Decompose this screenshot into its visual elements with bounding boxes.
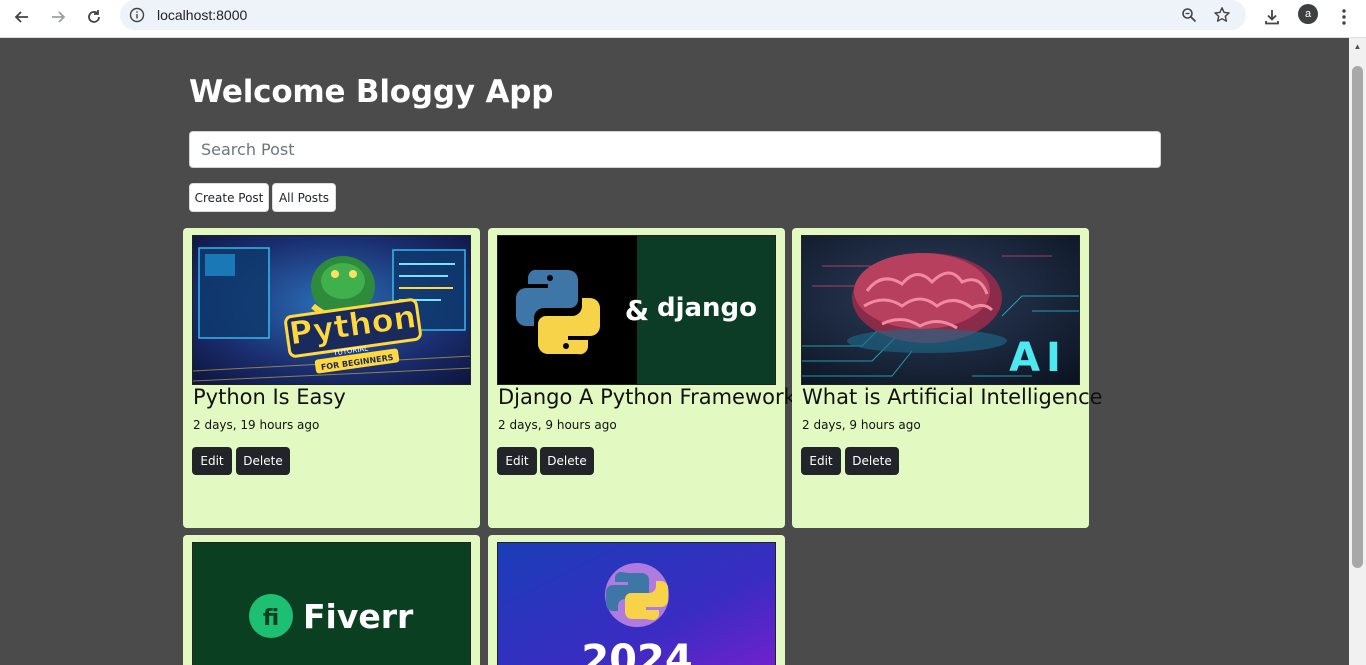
post-card: 2024 [488, 535, 785, 665]
forward-button[interactable] [44, 3, 72, 31]
post-image: AI [801, 235, 1080, 385]
edit-button[interactable]: Edit [497, 447, 537, 475]
profile-avatar[interactable]: a [1298, 4, 1318, 24]
back-arrow-icon [14, 11, 28, 23]
post-card: Python TUTORIAL FOR BEGINNERS Python Is … [183, 228, 480, 528]
delete-button[interactable]: Delete [845, 447, 899, 475]
delete-button[interactable]: Delete [540, 447, 594, 475]
post-image: 2024 [497, 542, 776, 665]
post-image: Python TUTORIAL FOR BEGINNERS [192, 235, 471, 385]
post-image: & django [497, 235, 776, 385]
svg-text:Fiverr: Fiverr [303, 597, 414, 636]
svg-text:AI: AI [1009, 335, 1067, 381]
scroll-thumb[interactable] [1352, 66, 1363, 568]
post-title[interactable]: Python Is Easy [193, 385, 346, 409]
page-scrollbar[interactable]: ▲ [1349, 38, 1366, 665]
delete-button[interactable]: Delete [236, 447, 290, 475]
scroll-up-arrow-icon[interactable]: ▲ [1349, 38, 1366, 55]
post-card: fi Fiverr [183, 535, 480, 665]
download-icon [1265, 10, 1279, 25]
post-timestamp: 2 days, 9 hours ago [802, 418, 921, 432]
zoom-icon[interactable] [1179, 5, 1199, 25]
bookmark-star-icon[interactable] [1212, 5, 1232, 25]
post-card: & django Django A Python Framework 2 day… [488, 228, 796, 528]
post-card: AI What is Artificial Intelligence 2 day… [792, 228, 1103, 528]
all-posts-button[interactable]: All Posts [272, 183, 336, 212]
post-timestamp: 2 days, 9 hours ago [498, 418, 617, 432]
more-vert-icon [1342, 9, 1346, 25]
download-button[interactable] [1258, 3, 1286, 31]
browser-toolbar: localhost:8000 a [0, 0, 1366, 38]
svg-text:django: django [657, 293, 757, 323]
back-button[interactable] [8, 3, 36, 31]
reload-button[interactable] [80, 3, 108, 31]
page-title: Welcome Bloggy App [189, 74, 554, 110]
post-timestamp: 2 days, 19 hours ago [193, 418, 320, 432]
post-title[interactable]: Django A Python Framework [498, 385, 796, 409]
reload-icon [88, 10, 100, 23]
edit-button[interactable]: Edit [192, 447, 232, 475]
forward-arrow-icon [52, 11, 66, 23]
site-info-icon[interactable] [128, 6, 146, 24]
url-text: localhost:8000 [157, 7, 248, 23]
create-post-button[interactable]: Create Post [189, 183, 269, 212]
svg-text:&: & [625, 294, 649, 327]
svg-text:2024: 2024 [581, 637, 692, 665]
menu-button[interactable] [1330, 3, 1358, 31]
post-title[interactable]: What is Artificial Intelligence [802, 385, 1103, 409]
post-image: fi Fiverr [192, 542, 471, 665]
search-input[interactable] [189, 131, 1161, 168]
svg-text:fi: fi [263, 606, 279, 631]
address-bar[interactable]: localhost:8000 [120, 0, 1246, 30]
edit-button[interactable]: Edit [801, 447, 841, 475]
